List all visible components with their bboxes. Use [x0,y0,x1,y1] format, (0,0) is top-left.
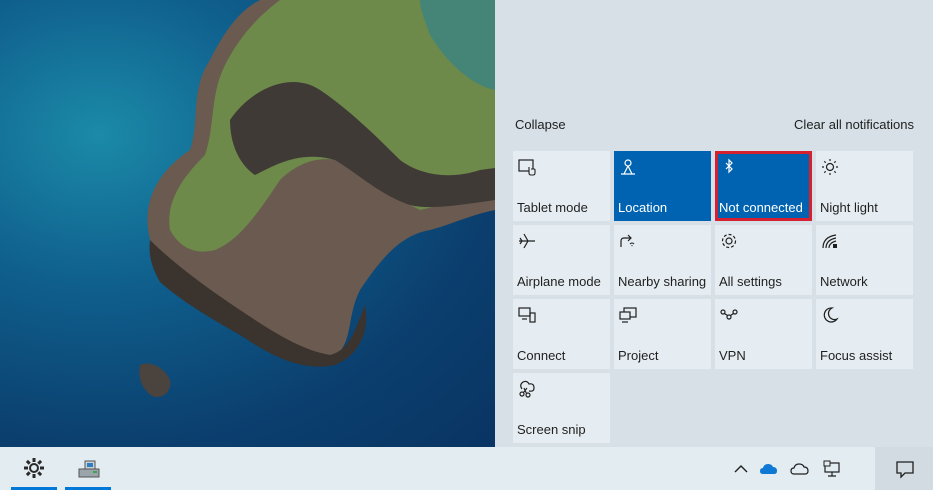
tile-label: Screen snip [517,422,586,437]
tile-all-settings[interactable]: All settings [715,225,812,295]
taskbar [0,447,933,490]
network-icon [820,231,840,251]
action-center-header: Collapse Clear all notifications [515,117,914,133]
collapse-link[interactable]: Collapse [515,117,566,132]
tile-label: Tablet mode [517,200,588,215]
action-center-button[interactable] [875,447,933,490]
night-light-icon [820,157,840,177]
bluetooth-icon [719,157,739,177]
desktop-wallpaper [0,0,495,447]
taskbar-device-manager-app[interactable] [65,447,111,490]
tile-label: Project [618,348,659,363]
moon-icon [820,305,840,325]
tile-screen-snip[interactable]: Screen snip [513,373,610,443]
action-center-panel: Collapse Clear all notifications Tablet … [495,0,933,447]
tile-network[interactable]: Network [816,225,913,295]
tile-bluetooth[interactable]: Not connected [715,151,812,221]
tile-label: Nearby sharing [618,274,707,289]
tile-project[interactable]: Project [614,299,711,369]
gear-icon [719,231,739,251]
tile-nearby-sharing[interactable]: Nearby sharing [614,225,711,295]
tile-focus-assist[interactable]: Focus assist [816,299,913,369]
network-monitor-icon[interactable] [822,459,842,479]
tile-tablet-mode[interactable]: Tablet mode [513,151,610,221]
tile-label: Focus assist [820,348,893,363]
tile-airplane-mode[interactable]: Airplane mode [513,225,610,295]
tile-label: Network [820,274,868,289]
tile-night-light[interactable]: Night light [816,151,913,221]
tile-label: Airplane mode [517,274,601,289]
airplane-icon [517,231,537,251]
chevron-up-icon[interactable] [731,459,751,479]
tile-vpn[interactable]: VPN [715,299,812,369]
screen-snip-icon [517,379,537,399]
tile-label: Night light [820,200,878,215]
clear-all-notifications-link[interactable]: Clear all notifications [794,117,914,132]
location-icon [618,157,638,177]
tile-label: Not connected [719,200,803,215]
tile-connect[interactable]: Connect [513,299,610,369]
nearby-sharing-icon [618,231,638,251]
tile-location[interactable]: Location [614,151,711,221]
onedrive-blue-icon[interactable] [759,459,779,479]
taskbar-settings-app[interactable] [11,447,57,490]
tile-label: All settings [719,274,782,289]
project-icon [618,305,638,325]
tile-label: Connect [517,348,566,363]
tile-label: Location [618,200,668,215]
tablet-mode-icon [517,157,537,177]
connect-icon [517,305,537,325]
onedrive-gray-icon[interactable] [790,459,810,479]
vpn-icon [719,305,739,325]
tile-label: VPN [719,348,746,363]
